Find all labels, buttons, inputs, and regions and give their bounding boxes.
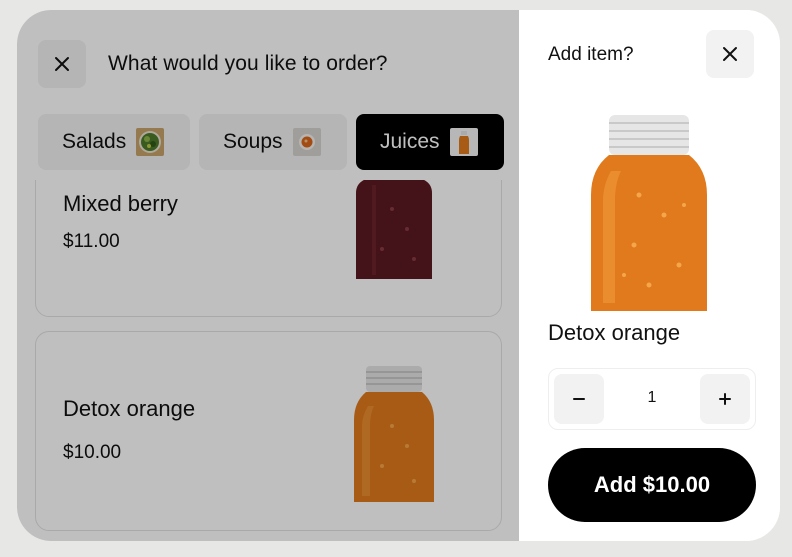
product-card[interactable]: Mixed berry $11.00 <box>35 180 502 317</box>
add-item-panel: Add item? Detox orange 1 Add $10.00 <box>519 10 780 541</box>
orange-juice-bottle-image <box>591 115 707 311</box>
product-price: $10.00 <box>63 442 122 463</box>
soup-bowl-icon <box>292 128 321 156</box>
orange-juice-bottle-image <box>354 366 434 502</box>
product-price: $11.00 <box>63 231 120 252</box>
close-panel-button[interactable] <box>706 30 754 78</box>
add-to-order-button[interactable]: Add $10.00 <box>548 448 756 522</box>
plus-icon <box>719 393 731 405</box>
tab-label: Salads <box>62 130 127 153</box>
product-name: Mixed berry <box>63 191 178 216</box>
order-app: What would you like to order? Salads Sou… <box>17 10 780 541</box>
quantity-stepper: 1 <box>548 368 756 430</box>
tab-juices[interactable]: Juices <box>356 114 504 170</box>
product-card[interactable]: Detox orange $10.00 <box>35 331 502 531</box>
tab-label: Juices <box>380 130 440 153</box>
tab-salads[interactable]: Salads <box>38 114 190 170</box>
category-tabs: Salads Soups Juices <box>38 114 504 170</box>
menu-area: What would you like to order? Salads Sou… <box>17 10 519 541</box>
close-icon <box>723 47 737 61</box>
close-order-button[interactable] <box>38 40 86 88</box>
salad-bowl-icon <box>136 128 165 156</box>
selected-item-name: Detox orange <box>548 320 681 345</box>
product-name: Detox orange <box>63 396 196 421</box>
berry-juice-bottle-image <box>356 180 432 279</box>
tab-label: Soups <box>223 130 283 153</box>
page-title: What would you like to order? <box>108 52 388 75</box>
juice-bottle-icon <box>449 128 478 156</box>
product-list: Mixed berry $11.00 Detox orange $10.00 <box>35 180 502 541</box>
increase-quantity-button[interactable] <box>700 374 750 424</box>
close-icon <box>55 57 69 71</box>
tab-soups[interactable]: Soups <box>199 114 347 170</box>
panel-title: Add item? <box>548 44 634 65</box>
